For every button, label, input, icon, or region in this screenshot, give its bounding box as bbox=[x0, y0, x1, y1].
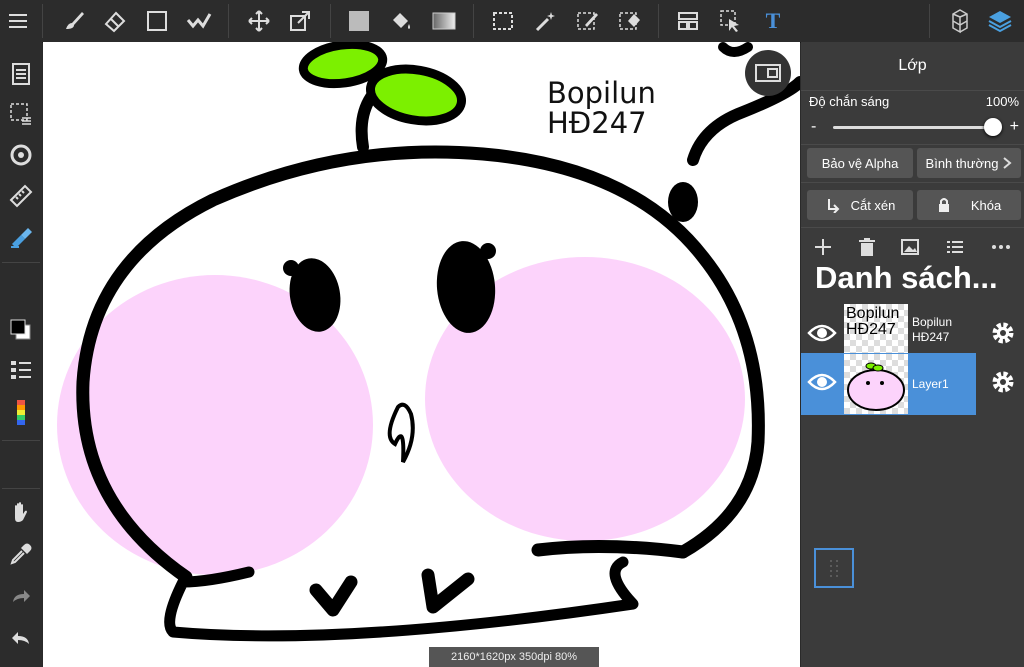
move-icon[interactable] bbox=[243, 5, 275, 37]
panel-layout-icon[interactable] bbox=[672, 5, 704, 37]
layer-thumbnail-layer1 bbox=[844, 354, 908, 414]
opacity-label: Độ chắn sáng bbox=[809, 94, 890, 109]
brush-icon[interactable] bbox=[58, 5, 90, 37]
fill-color-icon[interactable] bbox=[343, 5, 375, 37]
transform-icon[interactable] bbox=[284, 5, 316, 37]
canvas-text-line1: Bopilun bbox=[547, 76, 656, 110]
more-icon[interactable] bbox=[990, 237, 1012, 257]
canvas-text-layer: Bopilun HĐ247 bbox=[547, 78, 656, 138]
window-icon bbox=[755, 64, 781, 82]
thumb-text-line1: Bopilun bbox=[846, 305, 900, 322]
layer-list-icon[interactable] bbox=[5, 354, 37, 386]
lock-icon bbox=[938, 198, 949, 212]
selection-menu-icon[interactable] bbox=[5, 98, 37, 130]
opacity-row: Độ chắn sáng 100% bbox=[809, 94, 1019, 109]
layer-name-layer1: Layer1 bbox=[912, 377, 949, 391]
blend-mode-label: Bình thường bbox=[925, 155, 999, 171]
illustration bbox=[57, 42, 800, 642]
canvas-text-line2: HĐ247 bbox=[547, 106, 647, 140]
image-layer-icon[interactable] bbox=[900, 237, 920, 257]
lock-label: Khóa bbox=[970, 197, 1002, 213]
rectangle-icon[interactable] bbox=[141, 5, 173, 37]
ruler-icon[interactable] bbox=[5, 180, 37, 212]
new-page-icon[interactable] bbox=[5, 58, 37, 90]
clipping-label: Cắt xén bbox=[850, 197, 896, 213]
panel-title: Lớp bbox=[801, 42, 1024, 91]
alpha-protect-button[interactable]: Bảo vệ Alpha bbox=[807, 148, 913, 178]
opacity-knob[interactable] bbox=[984, 118, 1002, 136]
trash-icon[interactable] bbox=[858, 237, 876, 257]
chevron-right-icon bbox=[1003, 157, 1012, 169]
clipping-icon bbox=[827, 199, 840, 213]
eye-icon[interactable] bbox=[807, 322, 837, 344]
bucket-icon[interactable] bbox=[385, 5, 417, 37]
opacity-slider[interactable]: - + bbox=[809, 118, 1019, 138]
opacity-plus[interactable]: + bbox=[1010, 118, 1019, 136]
eraser-icon[interactable] bbox=[99, 5, 131, 37]
eye-icon[interactable] bbox=[807, 371, 837, 393]
layers-icon[interactable] bbox=[984, 5, 1016, 37]
hand-icon[interactable] bbox=[5, 496, 37, 528]
color-swatch-icon[interactable] bbox=[5, 314, 37, 346]
lock-button[interactable]: Khóa bbox=[917, 190, 1021, 220]
add-layer-icon[interactable] bbox=[813, 237, 833, 257]
layer-name-line2: HĐ247 bbox=[912, 330, 950, 344]
brush-settings-icon[interactable] bbox=[5, 222, 37, 254]
layer-list-heading: Danh sách... bbox=[815, 260, 998, 295]
magic-wand-icon[interactable] bbox=[530, 5, 562, 37]
layer-panel: Lớp Độ chắn sáng 100% - + Bảo vệ Alpha B… bbox=[801, 42, 1024, 667]
color-palette-icon[interactable] bbox=[5, 396, 37, 428]
3d-icon[interactable] bbox=[944, 5, 976, 37]
select-rect-icon[interactable] bbox=[487, 5, 519, 37]
select-eraser-icon[interactable] bbox=[614, 5, 646, 37]
thumb-text-line2: HĐ247 bbox=[846, 321, 896, 338]
layer-actions bbox=[801, 232, 1024, 262]
select-pen-icon[interactable] bbox=[572, 5, 604, 37]
clipping-button[interactable]: Cắt xén bbox=[807, 190, 913, 220]
rotate-view-icon[interactable] bbox=[5, 139, 37, 171]
opacity-minus[interactable]: - bbox=[811, 118, 816, 136]
gear-icon[interactable] bbox=[990, 369, 1016, 395]
menu-icon[interactable] bbox=[2, 5, 34, 37]
grip-icon bbox=[830, 560, 838, 577]
status-bar: 2160*1620px 350dpi 80% bbox=[429, 647, 599, 667]
select-layer-icon[interactable] bbox=[715, 5, 747, 37]
gradient-icon[interactable] bbox=[428, 5, 460, 37]
opacity-value: 100% bbox=[985, 94, 1019, 109]
gear-icon[interactable] bbox=[990, 320, 1016, 346]
eyedropper-icon[interactable] bbox=[5, 538, 37, 570]
left-toolbar bbox=[0, 42, 42, 667]
layer-name-text: Bopilun HĐ247 bbox=[912, 315, 952, 345]
layer-grip-handle[interactable] bbox=[814, 548, 854, 588]
layer-name-line1: Bopilun bbox=[912, 315, 953, 329]
text-tool-icon[interactable]: T bbox=[757, 5, 789, 37]
smudge-icon[interactable] bbox=[183, 5, 215, 37]
layer-menu-icon[interactable] bbox=[945, 237, 965, 257]
layer-row-layer1[interactable]: Layer1 bbox=[801, 353, 1024, 415]
drawing-canvas[interactable]: Bopilun HĐ247 2160*1620px 350dpi 80% bbox=[43, 42, 800, 667]
undo-icon[interactable] bbox=[5, 622, 37, 654]
top-toolbar: T bbox=[0, 0, 1024, 43]
opacity-track bbox=[833, 126, 993, 129]
redo-icon[interactable] bbox=[5, 580, 37, 612]
reference-window-button[interactable] bbox=[745, 50, 791, 96]
blend-mode-button[interactable]: Bình thường bbox=[917, 148, 1021, 178]
